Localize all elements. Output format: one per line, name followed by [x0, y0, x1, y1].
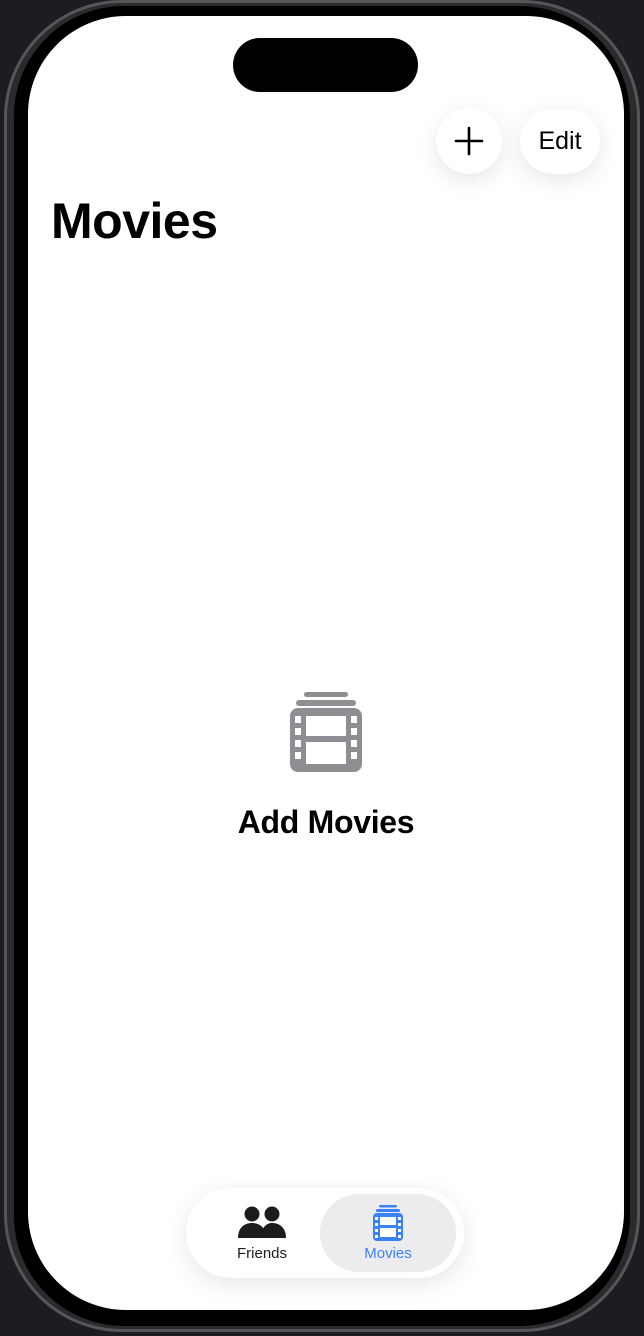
empty-state-label: Add Movies	[237, 804, 415, 840]
tab-movies-label: Movies	[364, 1244, 412, 1262]
dynamic-island	[233, 38, 418, 92]
plus-icon	[454, 126, 484, 156]
tab-movies[interactable]: Movies	[320, 1194, 456, 1272]
tab-friends-label: Friends	[236, 1244, 288, 1262]
tab-bar: Friends Movies	[186, 1188, 464, 1278]
nav-actions: Edit	[436, 108, 600, 174]
edit-button[interactable]: Edit	[520, 108, 600, 174]
people-icon	[238, 1206, 286, 1238]
empty-state: Add Movies	[28, 692, 624, 841]
add-button[interactable]	[436, 108, 502, 174]
tab-friends[interactable]: Friends	[194, 1194, 330, 1272]
film-stack-icon	[373, 1204, 403, 1241]
page-title: Movies	[51, 193, 218, 249]
app-screen: Edit Movies Add Movies Friends Movies	[28, 16, 624, 1310]
film-stack-icon	[290, 692, 362, 772]
